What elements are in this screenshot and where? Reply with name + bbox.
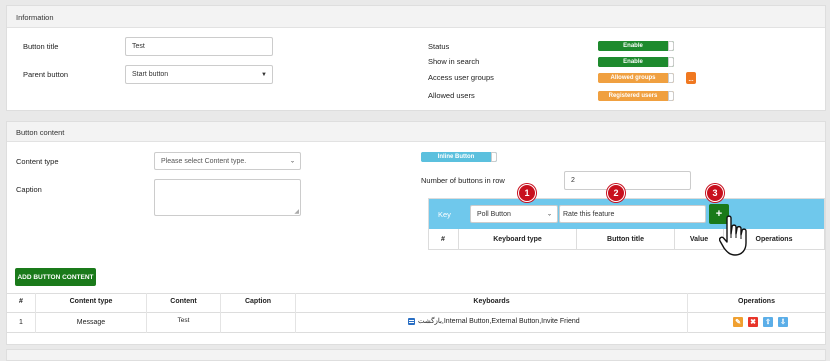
access-groups-more-button[interactable]: ...: [686, 72, 696, 84]
status-toggle-knob: [668, 41, 674, 51]
key-table-header-index: #: [441, 236, 445, 243]
buttons-in-row-label: Number of buttons in row: [421, 176, 505, 185]
callout-badge-3: 3: [706, 184, 724, 202]
content-table-header-operations: Operations: [738, 298, 775, 305]
allowed-users-toggle[interactable]: Registered users: [598, 91, 674, 101]
access-user-groups-toggle[interactable]: Allowed groups: [598, 73, 674, 83]
callout-badge-1: 1: [518, 184, 536, 202]
parent-button-select[interactable]: Start button ▼: [125, 65, 273, 84]
allowed-users-toggle-label: Registered users: [598, 91, 668, 101]
caption-label: Caption: [16, 185, 42, 194]
buttons-in-row-input[interactable]: 2: [564, 171, 691, 190]
parent-button-label: Parent button: [23, 70, 69, 79]
content-table-header-keyboards: Keyboards: [473, 298, 510, 305]
arrow-down-icon: ⇩: [780, 319, 786, 326]
keyboard-type-value: Poll Button: [477, 210, 511, 218]
information-panel: Information Button title Test Parent but…: [6, 5, 826, 111]
chevron-down-icon: ▼: [261, 71, 267, 78]
key-panel: Key Poll Button ⌄ Rate this feature + # …: [428, 198, 825, 250]
show-in-search-toggle[interactable]: Enable: [598, 57, 674, 67]
arrow-up-icon: ⇧: [765, 319, 771, 326]
allowed-users-toggle-knob: [668, 91, 674, 101]
access-user-groups-toggle-label: Allowed groups: [598, 73, 668, 83]
edit-button[interactable]: ✎: [733, 317, 743, 327]
move-up-button[interactable]: ⇧: [763, 317, 773, 327]
keyboard-type-select[interactable]: Poll Button ⌄: [470, 205, 558, 223]
key-panel-bar: Key Poll Button ⌄ Rate this feature +: [429, 199, 824, 229]
button-title-label: Button title: [23, 42, 59, 51]
button-content-header-title: Button content: [16, 128, 65, 137]
show-in-search-toggle-knob: [668, 57, 674, 67]
row-content: Test: [177, 317, 190, 324]
content-type-label: Content type: [16, 157, 59, 166]
caption-textarea[interactable]: ◢: [154, 179, 301, 216]
close-icon: ✖: [750, 319, 756, 326]
content-table-header-content: Content: [170, 298, 197, 305]
keyboard-icon: [408, 317, 415, 325]
callout-badge-2: 2: [607, 184, 625, 202]
access-user-groups-toggle-knob: [668, 73, 674, 83]
key-table-header-keyboard-type: Keyboard type: [493, 236, 542, 243]
inline-button-toggle[interactable]: Inline Button: [421, 152, 497, 162]
next-panel: [6, 349, 826, 361]
chevron-down-icon: ⌄: [289, 158, 295, 165]
content-table-header-caption: Caption: [244, 298, 272, 305]
add-button-content-label: ADD BUTTON CONTENT: [17, 273, 94, 281]
button-content-panel-header: Button content: [7, 122, 825, 142]
key-button-title-input[interactable]: Rate this feature: [559, 205, 706, 223]
row-index: 1: [19, 319, 23, 326]
row-content-type: Message: [76, 319, 106, 326]
access-user-groups-label: Access user groups: [428, 73, 494, 82]
content-table-top-border: [7, 293, 825, 294]
add-button-content-button[interactable]: ADD BUTTON CONTENT: [15, 268, 96, 286]
show-in-search-toggle-label: Enable: [598, 57, 668, 67]
button-title-input[interactable]: Test: [125, 37, 273, 56]
move-down-button[interactable]: ⇩: [778, 317, 788, 327]
information-header-title: Information: [16, 13, 54, 22]
content-table-header-index: #: [19, 298, 23, 305]
table-row: 1 Message Test بازگشت,Internal Button,Ex…: [7, 313, 825, 332]
button-title-value: Test: [132, 43, 145, 50]
show-in-search-label: Show in search: [428, 57, 480, 66]
allowed-users-label: Allowed users: [428, 91, 475, 100]
content-table-header-content-type: Content type: [69, 298, 113, 305]
chevron-down-icon: ⌄: [546, 211, 552, 218]
content-type-select[interactable]: Please select Content type. ⌄: [154, 152, 301, 170]
inline-button-toggle-knob: [491, 152, 497, 162]
pencil-icon: ✎: [735, 319, 741, 326]
resize-handle-icon: ◢: [294, 209, 299, 215]
button-content-panel: Button content Content type Please selec…: [6, 121, 826, 345]
key-table-header-button-title: Button title: [607, 236, 644, 243]
key-table-header-value: Value: [689, 236, 709, 243]
status-label: Status: [428, 42, 450, 51]
key-button-title-value: Rate this feature: [563, 210, 615, 218]
access-groups-more-label: ...: [688, 77, 694, 83]
content-table: # Content type Content Caption Keyboards…: [7, 293, 825, 333]
status-toggle-label: Enable: [598, 41, 668, 51]
buttons-in-row-value: 2: [571, 177, 575, 184]
information-panel-header: Information: [7, 6, 825, 28]
parent-button-value: Start button: [132, 71, 169, 78]
content-type-placeholder: Please select Content type.: [161, 157, 247, 165]
content-table-bottom-border: [7, 332, 825, 333]
key-label: Key: [438, 210, 451, 219]
delete-button[interactable]: ✖: [748, 317, 758, 327]
row-keyboards: بازگشت,Internal Button,External Button,I…: [408, 317, 580, 325]
inline-button-toggle-label: Inline Button: [421, 152, 491, 162]
hand-pointer-icon: [719, 215, 747, 256]
row-keyboards-text: بازگشت,Internal Button,External Button,I…: [418, 318, 580, 325]
status-toggle[interactable]: Enable: [598, 41, 674, 51]
